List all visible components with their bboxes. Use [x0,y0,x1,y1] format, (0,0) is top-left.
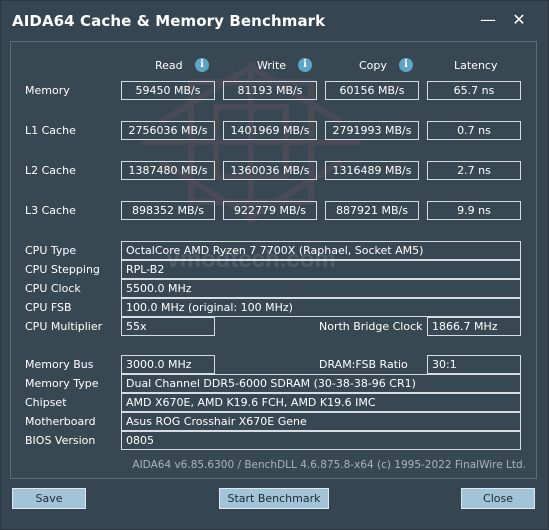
chipset-label: Chipset [25,396,67,409]
bios-version-value: 0805 [121,431,521,450]
memory-write-value: 81193 MB/s [223,81,317,100]
version-footer: AIDA64 v6.85.6300 / BenchDLL 4.6.875.8-x… [132,459,526,471]
benchmark-window: AIDA64 Cache & Memory Benchmark — ✕ vmod… [0,0,549,530]
l2-read-value: 1387480 MB/s [121,161,215,180]
l3-write-value: 922779 MB/s [223,201,317,220]
l3-latency-value: 9.9 ns [427,201,521,220]
memory-latency-value: 65.7 ns [427,81,521,100]
l3-read-value: 898352 MB/s [121,201,215,220]
cpu-type-label: CPU Type [25,244,77,257]
save-button[interactable]: Save [12,488,86,509]
memory-type-label: Memory Type [25,377,99,390]
cpu-fsb-value: 100.0 MHz (original: 100 MHz) [121,298,521,317]
cpu-stepping-label: CPU Stepping [25,263,100,276]
cpu-stepping-value: RPL-B2 [121,260,521,279]
row-label-l1-cache: L1 Cache [25,124,76,137]
results-panel: vmodtech.com Read i Write i Copy i Laten… [10,41,537,479]
l1-write-value: 1401969 MB/s [223,121,317,140]
l2-write-value: 1360036 MB/s [223,161,317,180]
column-latency-header: Latency [454,59,498,72]
l1-copy-value: 2791993 MB/s [325,121,419,140]
column-write-header: Write [257,59,287,72]
l2-latency-value: 2.7 ns [427,161,521,180]
motherboard-value: Asus ROG Crosshair X670E Gene [121,412,521,431]
north-bridge-clock-label: North Bridge Clock [319,320,423,333]
cpu-clock-label: CPU Clock [25,282,81,295]
row-label-memory: Memory [25,84,70,97]
close-icon[interactable]: ✕ [506,7,532,33]
row-label-l2-cache: L2 Cache [25,164,76,177]
info-icon-copy[interactable]: i [399,58,413,72]
memory-read-value: 59450 MB/s [121,81,215,100]
info-icon-write[interactable]: i [298,58,312,72]
minimize-icon[interactable]: — [475,7,501,33]
cpu-fsb-label: CPU FSB [25,301,72,314]
l1-latency-value: 0.7 ns [427,121,521,140]
cpu-type-value: OctalCore AMD Ryzen 7 7700X (Raphael, So… [121,241,521,260]
memory-bus-label: Memory Bus [25,358,94,371]
title-bar[interactable]: AIDA64 Cache & Memory Benchmark — ✕ [1,1,548,39]
l3-copy-value: 887921 MB/s [325,201,419,220]
memory-bus-value: 3000.0 MHz [121,355,215,374]
row-label-l3-cache: L3 Cache [25,204,76,217]
chipset-value: AMD X670E, AMD K19.6 FCH, AMD K19.6 IMC [121,393,521,412]
dram-fsb-ratio-label: DRAM:FSB Ratio [319,358,408,371]
memory-copy-value: 60156 MB/s [325,81,419,100]
l1-read-value: 2756036 MB/s [121,121,215,140]
motherboard-label: Motherboard [25,415,96,428]
column-copy-header: Copy [359,59,387,72]
cpu-clock-value: 5500.0 MHz [121,279,521,298]
cpu-multiplier-value: 55x [121,317,215,336]
dram-fsb-ratio-value: 30:1 [427,355,521,374]
close-button[interactable]: Close [461,488,535,509]
l2-copy-value: 1316489 MB/s [325,161,419,180]
column-read-header: Read [155,59,183,72]
cpu-multiplier-label: CPU Multiplier [25,320,103,333]
north-bridge-clock-value: 1866.7 MHz [427,317,521,336]
window-title: AIDA64 Cache & Memory Benchmark [12,12,326,30]
bios-version-label: BIOS Version [25,434,96,447]
memory-type-value: Dual Channel DDR5-6000 SDRAM (30-38-38-9… [121,374,521,393]
info-icon-read[interactable]: i [195,58,209,72]
start-benchmark-button[interactable]: Start Benchmark [219,488,329,509]
